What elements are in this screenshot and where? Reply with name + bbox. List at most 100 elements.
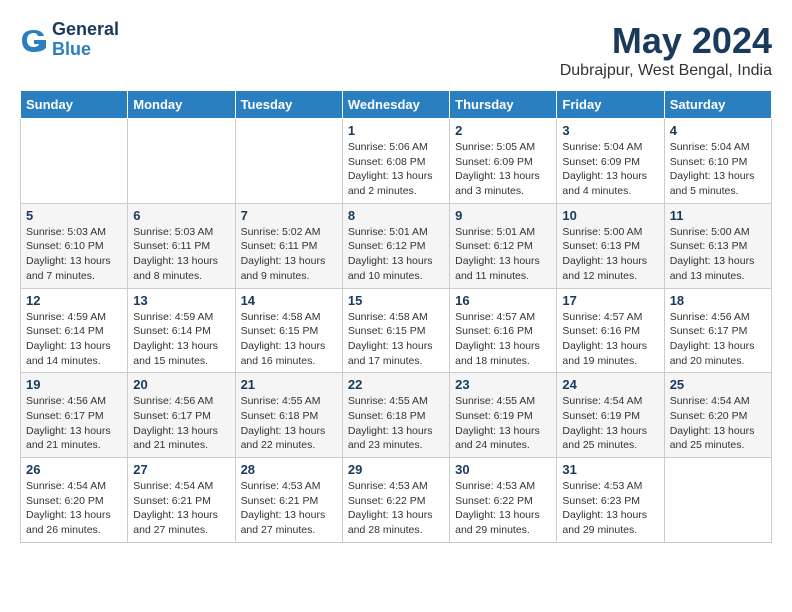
calendar-cell: 10 Sunrise: 5:00 AMSunset: 6:13 PMDayligh… <box>557 203 664 288</box>
day-info: Sunrise: 4:57 AMSunset: 6:16 PMDaylight:… <box>455 310 551 369</box>
day-number: 5 <box>26 208 122 223</box>
subtitle: Dubrajpur, West Bengal, India <box>560 62 772 80</box>
day-number: 2 <box>455 123 551 138</box>
day-number: 24 <box>562 377 658 392</box>
day-info: Sunrise: 4:55 AMSunset: 6:18 PMDaylight:… <box>241 394 337 453</box>
day-info: Sunrise: 5:03 AMSunset: 6:10 PMDaylight:… <box>26 225 122 284</box>
calendar-cell: 25 Sunrise: 4:54 AMSunset: 6:20 PMDayligh… <box>664 373 771 458</box>
calendar-cell: 28Sunrise: 4:53 AMSunset: 6:21 PMDayligh… <box>235 458 342 543</box>
day-number: 8 <box>348 208 444 223</box>
day-number: 1 <box>348 123 444 138</box>
day-info: Sunrise: 4:53 AMSunset: 6:23 PMDaylight:… <box>562 479 658 538</box>
calendar-cell: 22 Sunrise: 4:55 AMSunset: 6:18 PMDayligh… <box>342 373 449 458</box>
weekday-header-saturday: Saturday <box>664 91 771 119</box>
calendar-cell: 1Sunrise: 5:06 AMSunset: 6:08 PMDaylight… <box>342 119 449 204</box>
calendar-cell <box>21 119 128 204</box>
weekday-header-sunday: Sunday <box>21 91 128 119</box>
calendar-cell: 18Sunrise: 4:56 AMSunset: 6:17 PMDayligh… <box>664 288 771 373</box>
calendar-row-2: 12Sunrise: 4:59 AMSunset: 6:14 PMDayligh… <box>21 288 772 373</box>
day-info: Sunrise: 5:04 AMSunset: 6:10 PMDaylight:… <box>670 140 766 199</box>
calendar-cell: 12Sunrise: 4:59 AMSunset: 6:14 PMDayligh… <box>21 288 128 373</box>
day-info: Sunrise: 5:03 AMSunset: 6:11 PMDaylight:… <box>133 225 229 284</box>
day-info: Sunrise: 4:54 AMSunset: 6:20 PMDaylight:… <box>670 394 766 453</box>
logo: General Blue <box>20 20 119 60</box>
calendar-cell: 31 Sunrise: 4:53 AMSunset: 6:23 PMDayligh… <box>557 458 664 543</box>
day-number: 22 <box>348 377 444 392</box>
calendar-cell: 11 Sunrise: 5:00 AMSunset: 6:13 PMDayligh… <box>664 203 771 288</box>
calendar-cell: 20 Sunrise: 4:56 AMSunset: 6:17 PMDayligh… <box>128 373 235 458</box>
calendar-row-4: 26 Sunrise: 4:54 AMSunset: 6:20 PMDayligh… <box>21 458 772 543</box>
day-number: 15 <box>348 293 444 308</box>
day-number: 7 <box>241 208 337 223</box>
day-number: 6 <box>133 208 229 223</box>
logo-text: General Blue <box>52 20 119 60</box>
day-info: Sunrise: 5:00 AMSunset: 6:13 PMDaylight:… <box>562 225 658 284</box>
calendar-row-0: 1Sunrise: 5:06 AMSunset: 6:08 PMDaylight… <box>21 119 772 204</box>
calendar-cell <box>664 458 771 543</box>
day-number: 13 <box>133 293 229 308</box>
calendar-cell: 8 Sunrise: 5:01 AMSunset: 6:12 PMDaylight… <box>342 203 449 288</box>
calendar-cell: 2 Sunrise: 5:05 AMSunset: 6:09 PMDaylight… <box>450 119 557 204</box>
calendar-cell: 19Sunrise: 4:56 AMSunset: 6:17 PMDayligh… <box>21 373 128 458</box>
day-number: 4 <box>670 123 766 138</box>
calendar-cell: 4 Sunrise: 5:04 AMSunset: 6:10 PMDaylight… <box>664 119 771 204</box>
calendar-cell: 13 Sunrise: 4:59 AMSunset: 6:14 PMDayligh… <box>128 288 235 373</box>
header: General Blue May 2024 Dubrajpur, West Be… <box>20 20 772 80</box>
day-number: 29 <box>348 462 444 477</box>
calendar-table: SundayMondayTuesdayWednesdayThursdayFrid… <box>20 90 772 543</box>
day-info: Sunrise: 4:54 AMSunset: 6:19 PMDaylight:… <box>562 394 658 453</box>
day-number: 20 <box>133 377 229 392</box>
day-info: Sunrise: 5:05 AMSunset: 6:09 PMDaylight:… <box>455 140 551 199</box>
day-info: Sunrise: 5:00 AMSunset: 6:13 PMDaylight:… <box>670 225 766 284</box>
day-number: 27 <box>133 462 229 477</box>
day-number: 10 <box>562 208 658 223</box>
day-info: Sunrise: 4:56 AMSunset: 6:17 PMDaylight:… <box>133 394 229 453</box>
calendar-cell: 16 Sunrise: 4:57 AMSunset: 6:16 PMDayligh… <box>450 288 557 373</box>
day-info: Sunrise: 4:59 AMSunset: 6:14 PMDaylight:… <box>133 310 229 369</box>
day-number: 28 <box>241 462 337 477</box>
day-number: 16 <box>455 293 551 308</box>
weekday-header-thursday: Thursday <box>450 91 557 119</box>
day-info: Sunrise: 4:54 AMSunset: 6:21 PMDaylight:… <box>133 479 229 538</box>
weekday-header-friday: Friday <box>557 91 664 119</box>
day-info: Sunrise: 4:58 AMSunset: 6:15 PMDaylight:… <box>241 310 337 369</box>
calendar-cell: 26 Sunrise: 4:54 AMSunset: 6:20 PMDayligh… <box>21 458 128 543</box>
calendar-cell: 24 Sunrise: 4:54 AMSunset: 6:19 PMDayligh… <box>557 373 664 458</box>
day-number: 3 <box>562 123 658 138</box>
calendar-cell: 14 Sunrise: 4:58 AMSunset: 6:15 PMDayligh… <box>235 288 342 373</box>
day-number: 26 <box>26 462 122 477</box>
day-number: 14 <box>241 293 337 308</box>
day-number: 31 <box>562 462 658 477</box>
calendar-cell: 30Sunrise: 4:53 AMSunset: 6:22 PMDayligh… <box>450 458 557 543</box>
calendar-cell <box>128 119 235 204</box>
calendar-cell: 7 Sunrise: 5:02 AMSunset: 6:11 PMDaylight… <box>235 203 342 288</box>
day-number: 23 <box>455 377 551 392</box>
weekday-header-wednesday: Wednesday <box>342 91 449 119</box>
main-title: May 2024 <box>560 20 772 62</box>
day-info: Sunrise: 4:53 AMSunset: 6:22 PMDaylight:… <box>348 479 444 538</box>
day-info: Sunrise: 5:01 AMSunset: 6:12 PMDaylight:… <box>455 225 551 284</box>
day-number: 25 <box>670 377 766 392</box>
logo-line1: General <box>52 20 119 40</box>
calendar-row-1: 5 Sunrise: 5:03 AMSunset: 6:10 PMDaylight… <box>21 203 772 288</box>
day-info: Sunrise: 4:53 AMSunset: 6:22 PMDaylight:… <box>455 479 551 538</box>
calendar-cell: 3Sunrise: 5:04 AMSunset: 6:09 PMDaylight… <box>557 119 664 204</box>
day-info: Sunrise: 4:57 AMSunset: 6:16 PMDaylight:… <box>562 310 658 369</box>
day-info: Sunrise: 4:59 AMSunset: 6:14 PMDaylight:… <box>26 310 122 369</box>
calendar-cell: 29 Sunrise: 4:53 AMSunset: 6:22 PMDayligh… <box>342 458 449 543</box>
day-number: 11 <box>670 208 766 223</box>
weekday-header-tuesday: Tuesday <box>235 91 342 119</box>
calendar-row-3: 19Sunrise: 4:56 AMSunset: 6:17 PMDayligh… <box>21 373 772 458</box>
day-info: Sunrise: 4:55 AMSunset: 6:18 PMDaylight:… <box>348 394 444 453</box>
logo-icon <box>20 26 48 54</box>
day-info: Sunrise: 5:01 AMSunset: 6:12 PMDaylight:… <box>348 225 444 284</box>
day-info: Sunrise: 5:02 AMSunset: 6:11 PMDaylight:… <box>241 225 337 284</box>
calendar-cell: 6 Sunrise: 5:03 AMSunset: 6:11 PMDaylight… <box>128 203 235 288</box>
title-area: May 2024 Dubrajpur, West Bengal, India <box>560 20 772 80</box>
day-info: Sunrise: 4:54 AMSunset: 6:20 PMDaylight:… <box>26 479 122 538</box>
day-number: 21 <box>241 377 337 392</box>
calendar-header-row: SundayMondayTuesdayWednesdayThursdayFrid… <box>21 91 772 119</box>
calendar-cell <box>235 119 342 204</box>
calendar-cell: 27 Sunrise: 4:54 AMSunset: 6:21 PMDayligh… <box>128 458 235 543</box>
logo-line2: Blue <box>52 40 119 60</box>
